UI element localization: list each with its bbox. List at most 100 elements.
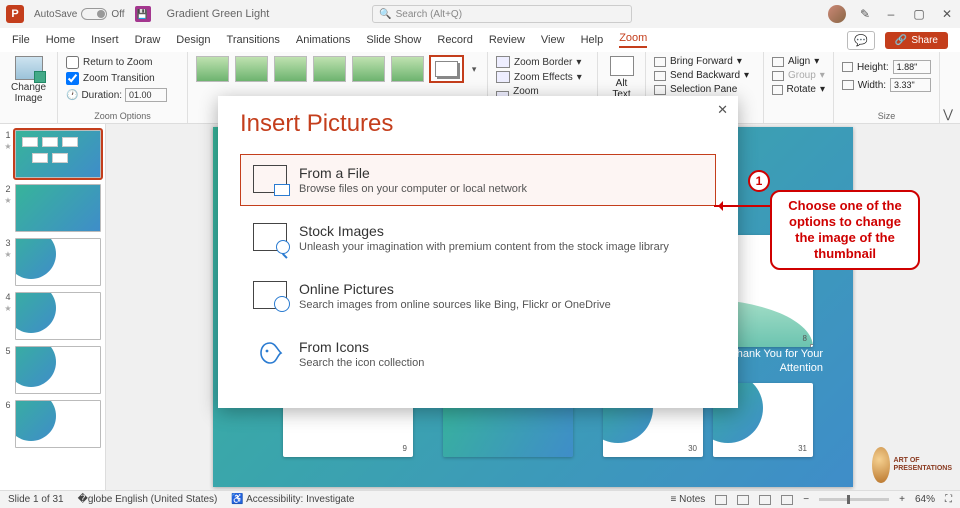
- reading-view-icon[interactable]: [759, 495, 771, 505]
- option-online-pictures[interactable]: Online PicturesSearch images from online…: [240, 270, 716, 322]
- star-icon: ★: [4, 304, 11, 313]
- zoom-out-button[interactable]: −: [803, 494, 809, 505]
- alt-text-icon: [610, 56, 634, 76]
- group-button[interactable]: Group ▾: [772, 70, 825, 81]
- change-image-icon: [15, 56, 43, 80]
- pen-icon[interactable]: ✎: [860, 7, 870, 21]
- search-input[interactable]: 🔍 Search (Alt+Q): [372, 5, 632, 23]
- autosave-label: AutoSave: [34, 9, 77, 20]
- zoom-options-label: Zoom Options: [66, 111, 179, 121]
- thumbnail-2[interactable]: 2★: [4, 184, 101, 232]
- tab-design[interactable]: Design: [176, 34, 210, 46]
- thumbnail-6[interactable]: 6: [4, 400, 101, 448]
- zoom-border-button[interactable]: Zoom Border ▾: [496, 56, 589, 68]
- tab-view[interactable]: View: [541, 34, 565, 46]
- thumbnail-1[interactable]: 1★: [4, 130, 101, 178]
- width-value[interactable]: 3.33": [890, 78, 931, 92]
- zoom-percent[interactable]: 64%: [915, 494, 935, 505]
- save-icon[interactable]: 💾: [135, 6, 151, 22]
- language-indicator[interactable]: �globe English (United States): [78, 494, 218, 505]
- option-from-file[interactable]: From a FileBrowse files on your computer…: [240, 154, 716, 206]
- zoom-styles-gallery[interactable]: ▾: [196, 56, 479, 82]
- bring-forward-button[interactable]: Bring Forward ▾: [654, 56, 755, 67]
- tab-home[interactable]: Home: [46, 34, 75, 46]
- alt-text-button[interactable]: Alt Text: [606, 56, 637, 100]
- selection-pane-button[interactable]: Selection Pane: [654, 84, 755, 95]
- change-image-button[interactable]: Change Image: [8, 56, 49, 104]
- presentation-name[interactable]: Gradient Green Light: [167, 8, 270, 20]
- size-label: Size: [842, 111, 931, 121]
- star-icon: ★: [4, 196, 11, 205]
- close-button[interactable]: ✕: [940, 7, 954, 21]
- return-to-zoom-checkbox[interactable]: Return to Zoom: [66, 56, 179, 69]
- tab-zoom[interactable]: Zoom: [619, 32, 647, 48]
- border-icon: [496, 56, 510, 68]
- share-button[interactable]: 🔗 Share: [885, 32, 948, 49]
- thumbnail-5[interactable]: 5: [4, 346, 101, 394]
- zoom-slider[interactable]: [819, 498, 889, 501]
- menu-tabs: File Home Insert Draw Design Transitions…: [0, 28, 960, 52]
- style-thumb[interactable]: [235, 56, 268, 82]
- dialog-close-button[interactable]: ✕: [717, 102, 728, 118]
- notes-button[interactable]: ≡ Notes: [671, 494, 706, 505]
- tab-help[interactable]: Help: [581, 34, 604, 46]
- send-backward-button[interactable]: Send Backward ▾: [654, 70, 755, 81]
- duration-value[interactable]: 01.00: [125, 88, 167, 102]
- zoom-transition-checkbox[interactable]: Zoom Transition: [66, 72, 179, 85]
- option-from-icons[interactable]: From IconsSearch the icon collection: [240, 328, 716, 380]
- fit-to-window-button[interactable]: ⛶: [945, 494, 952, 505]
- send-backward-icon: [654, 71, 666, 81]
- tab-insert[interactable]: Insert: [91, 34, 119, 46]
- autosave-toggle[interactable]: AutoSave Off: [34, 8, 125, 20]
- toggle-off-icon[interactable]: [81, 8, 107, 20]
- tab-review[interactable]: Review: [489, 34, 525, 46]
- style-thumb[interactable]: [274, 56, 307, 82]
- zoom-in-button[interactable]: +: [899, 494, 905, 505]
- star-icon: ★: [4, 250, 11, 259]
- insert-pictures-dialog: ✕ Insert Pictures From a FileBrowse file…: [218, 96, 738, 408]
- tab-draw[interactable]: Draw: [135, 34, 161, 46]
- slide-counter[interactable]: Slide 1 of 31: [8, 494, 64, 505]
- minimize-button[interactable]: –: [884, 7, 898, 21]
- comments-button[interactable]: 💬: [847, 31, 875, 50]
- tab-record[interactable]: Record: [437, 34, 472, 46]
- collapse-ribbon-button[interactable]: ⋁: [940, 107, 956, 123]
- user-avatar[interactable]: [828, 5, 846, 23]
- gallery-more-icon[interactable]: ▾: [469, 64, 479, 75]
- width-field[interactable]: Width:3.33": [842, 78, 931, 92]
- titlebar: P AutoSave Off 💾 Gradient Green Light 🔍 …: [0, 0, 960, 28]
- sorter-view-icon[interactable]: [737, 495, 749, 505]
- duration-field[interactable]: 🕐 Duration: 01.00: [66, 88, 179, 102]
- dialog-title: Insert Pictures: [218, 96, 738, 148]
- tab-animations[interactable]: Animations: [296, 34, 350, 46]
- height-value[interactable]: 1.88": [893, 60, 931, 74]
- thumbnail-4[interactable]: 4★: [4, 292, 101, 340]
- normal-view-icon[interactable]: [715, 495, 727, 505]
- selection-pane-icon: [654, 85, 666, 95]
- rotate-button[interactable]: Rotate ▾: [772, 84, 825, 95]
- accessibility-status[interactable]: ♿ Accessibility: Investigate: [231, 494, 354, 505]
- tab-transitions[interactable]: Transitions: [227, 34, 280, 46]
- height-field[interactable]: Height:1.88": [842, 60, 931, 74]
- thumbnail-3[interactable]: 3★: [4, 238, 101, 286]
- option-stock-images[interactable]: Stock ImagesUnleash your imagination wit…: [240, 212, 716, 264]
- style-thumb-selected[interactable]: [430, 56, 463, 82]
- zoom-effects-button[interactable]: Zoom Effects ▾: [496, 71, 589, 83]
- star-icon: ★: [4, 142, 11, 151]
- width-icon: [842, 80, 854, 90]
- style-thumb[interactable]: [313, 56, 346, 82]
- bring-forward-icon: [654, 57, 666, 67]
- tab-slideshow[interactable]: Slide Show: [366, 34, 421, 46]
- status-bar: Slide 1 of 31 �globe English (United Sta…: [0, 490, 960, 508]
- style-thumb[interactable]: [352, 56, 385, 82]
- powerpoint-logo-icon: P: [6, 5, 24, 23]
- tab-file[interactable]: File: [12, 34, 30, 46]
- logo-icon: [872, 447, 890, 483]
- align-button[interactable]: Align ▾: [772, 56, 825, 67]
- style-thumb[interactable]: [196, 56, 229, 82]
- style-thumb[interactable]: [391, 56, 424, 82]
- file-icon: [253, 165, 287, 193]
- autosave-state: Off: [111, 9, 124, 20]
- maximize-button[interactable]: ▢: [912, 7, 926, 21]
- slideshow-view-icon[interactable]: [781, 495, 793, 505]
